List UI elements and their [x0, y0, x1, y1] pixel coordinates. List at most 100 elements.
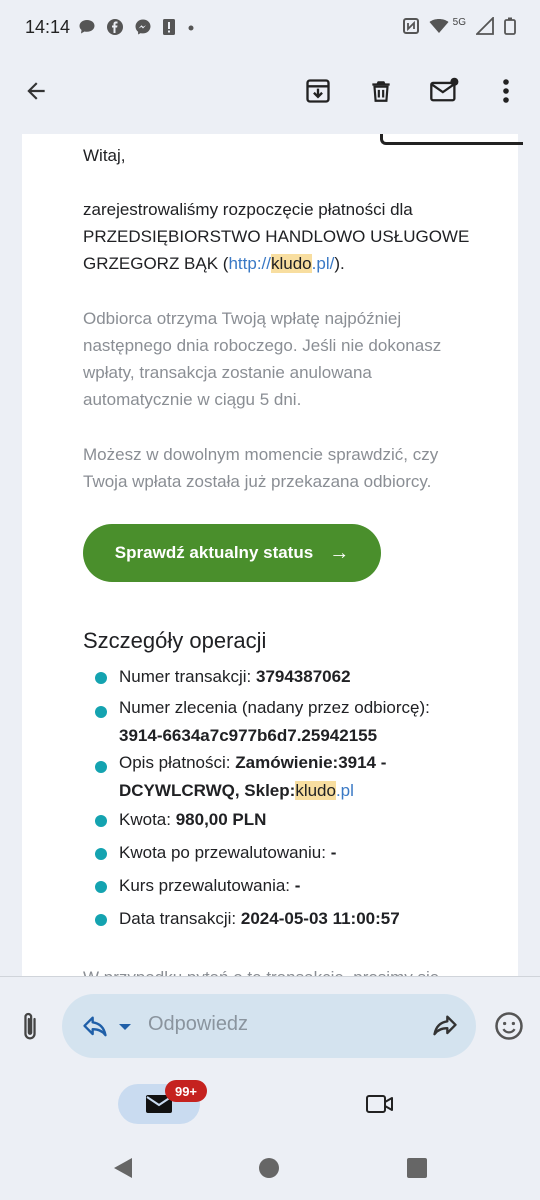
intro-line-2: PRZEDSIĘBIORSTWO HANDLOWO USŁUGOWE	[83, 227, 470, 246]
detail-value: -	[330, 843, 337, 862]
archive-button[interactable]	[298, 71, 338, 111]
forward-icon	[433, 1015, 457, 1036]
dot-icon	[188, 25, 194, 31]
intro-line-3-prefix: GRZEGORZ BĄK (	[83, 254, 229, 273]
facebook-icon	[107, 19, 123, 35]
delete-button[interactable]	[361, 71, 401, 111]
battery-icon	[504, 17, 516, 35]
detail-value: -	[294, 876, 301, 895]
attach-button[interactable]	[16, 1010, 44, 1049]
reply-icon	[83, 1016, 107, 1037]
nav-meet-button[interactable]	[365, 1092, 395, 1121]
forward-button[interactable]	[430, 1012, 460, 1045]
status-left-icons	[78, 18, 196, 36]
detail-label: Data transakcji:	[119, 909, 241, 928]
email-body: Witaj, zarejestrowaliśmy rozpoczęcie pła…	[22, 134, 518, 976]
merchant-link[interactable]: http://kludo.pl/	[228, 254, 334, 273]
detail-label: Kwota po przewalutowaniu:	[119, 843, 331, 862]
check-status-label: Sprawdź aktualny status	[114, 543, 314, 562]
greeting: Witaj,	[83, 146, 126, 165]
desc-highlight: kludo	[295, 781, 336, 800]
bullet-icon	[95, 761, 107, 773]
para3-line-2: Twoja wpłata została już przekazana odbi…	[83, 472, 432, 491]
emoji-icon	[495, 1012, 523, 1040]
trash-icon	[372, 81, 390, 102]
detail-label: Numer zlecenia (nadany przez odbiorcę):	[119, 698, 430, 717]
intro-line-3-suffix: ).	[334, 254, 345, 273]
detail-value: 2024-05-03 11:00:57	[240, 909, 400, 928]
status-bar: 14:14 5G	[0, 0, 540, 58]
para2-line-1: Odbiorca otrzyma Twoją wpłatę najpóźniej	[83, 309, 402, 328]
bullet-icon	[95, 881, 107, 893]
overlay-edge	[380, 134, 523, 145]
detail-label: Kwota:	[119, 810, 176, 829]
system-back-button[interactable]	[112, 1156, 134, 1185]
circle-home-icon	[259, 1158, 279, 1178]
check-status-button[interactable]: Sprawdź aktualny status →	[83, 524, 381, 582]
detail-value: 3914-6634a7c977b6d7.25942155	[119, 726, 378, 745]
reply-dropdown[interactable]	[117, 1020, 133, 1038]
more-options-button[interactable]	[486, 71, 526, 111]
mail-badge: 99+	[165, 1080, 207, 1102]
system-recents-button[interactable]	[406, 1157, 428, 1184]
system-home-button[interactable]	[258, 1157, 280, 1184]
para2-line-2: następnego dnia roboczego. Jeśli nie dok…	[83, 336, 442, 355]
reply-placeholder: Odpowiedz	[148, 1013, 249, 1035]
mail-unread-icon	[430, 77, 459, 102]
intro-line-1: zarejestrowaliśmy rozpoczęcie płatności …	[83, 200, 413, 219]
status-right-icons: 5G	[402, 16, 516, 35]
detail-amount: Kwota: 980,00 PLN	[119, 806, 266, 834]
bullet-icon	[95, 914, 107, 926]
top-app-bar	[0, 58, 540, 134]
cut-off-line: W przypadku pytań o tę transakcję, prosi…	[83, 964, 439, 976]
detail-label: Opis płatności:	[119, 753, 236, 772]
para3-line-1: Możesz w dowolnym momencie sprawdzić, cz…	[83, 445, 439, 464]
caret-down-icon	[119, 1024, 131, 1030]
intro-line-3: GRZEGORZ BĄK (http://kludo.pl/).	[83, 250, 345, 277]
more-vert-icon	[503, 79, 509, 103]
para2-line-3: wpłaty, transakcja zostanie anulowana	[83, 363, 372, 382]
alert-icon	[163, 19, 175, 35]
bottom-navigation	[0, 1074, 540, 1136]
detail-converted-amount: Kwota po przewalutowaniu: -	[119, 839, 336, 867]
arrow-right-icon: →	[329, 541, 350, 564]
bullet-icon	[95, 815, 107, 827]
link-highlight: kludo	[271, 254, 312, 273]
detail-value: DCYWLCRWQ, Sklep:	[119, 781, 296, 800]
mark-unread-button[interactable]	[424, 71, 464, 111]
detail-order-number: Numer zlecenia (nadany przez odbiorcę): 3…	[119, 694, 430, 750]
details-title: Szczegóły operacji	[83, 628, 267, 653]
emoji-button[interactable]	[494, 1011, 524, 1046]
signal-icon	[476, 17, 494, 35]
network-label: 5G	[452, 16, 466, 28]
bullet-icon	[95, 672, 107, 684]
link-part-2: .pl/	[311, 254, 335, 273]
detail-description: Opis płatności: Zamówienie:3914 - DCYWLCR…	[119, 749, 386, 805]
bullet-icon	[95, 706, 107, 718]
wifi-icon	[429, 19, 449, 33]
bullet-icon	[95, 848, 107, 860]
detail-date: Data transakcji: 2024-05-03 11:00:57	[119, 905, 400, 933]
detail-label: Numer transakcji:	[119, 667, 256, 686]
detail-exchange-rate: Kurs przewalutowania: -	[119, 872, 300, 900]
desc-link[interactable]: .pl	[336, 781, 354, 800]
paperclip-icon	[24, 1012, 36, 1040]
status-time: 14:14	[25, 17, 71, 37]
detail-value: 3794387062	[255, 667, 351, 686]
square-recents-icon	[407, 1158, 427, 1178]
arrow-left-icon	[27, 82, 45, 100]
detail-value: 980,00 PLN	[175, 810, 267, 829]
para2-line-4: automatycznie w ciągu 5 dni.	[83, 390, 302, 409]
detail-value: Zamówienie:3914 -	[235, 753, 387, 772]
archive-icon	[306, 79, 330, 103]
detail-tx-number: Numer transakcji: 3794387062	[119, 663, 351, 691]
detail-label: Kurs przewalutowania:	[119, 876, 295, 895]
chat-bubble-icon	[79, 20, 95, 34]
back-button[interactable]	[16, 71, 56, 111]
link-part-1: http://	[228, 254, 271, 273]
messenger-icon	[135, 19, 151, 35]
triangle-back-icon	[114, 1158, 132, 1178]
video-icon	[366, 1095, 393, 1113]
nfc-icon	[402, 18, 419, 34]
reply-button[interactable]	[80, 1013, 110, 1046]
